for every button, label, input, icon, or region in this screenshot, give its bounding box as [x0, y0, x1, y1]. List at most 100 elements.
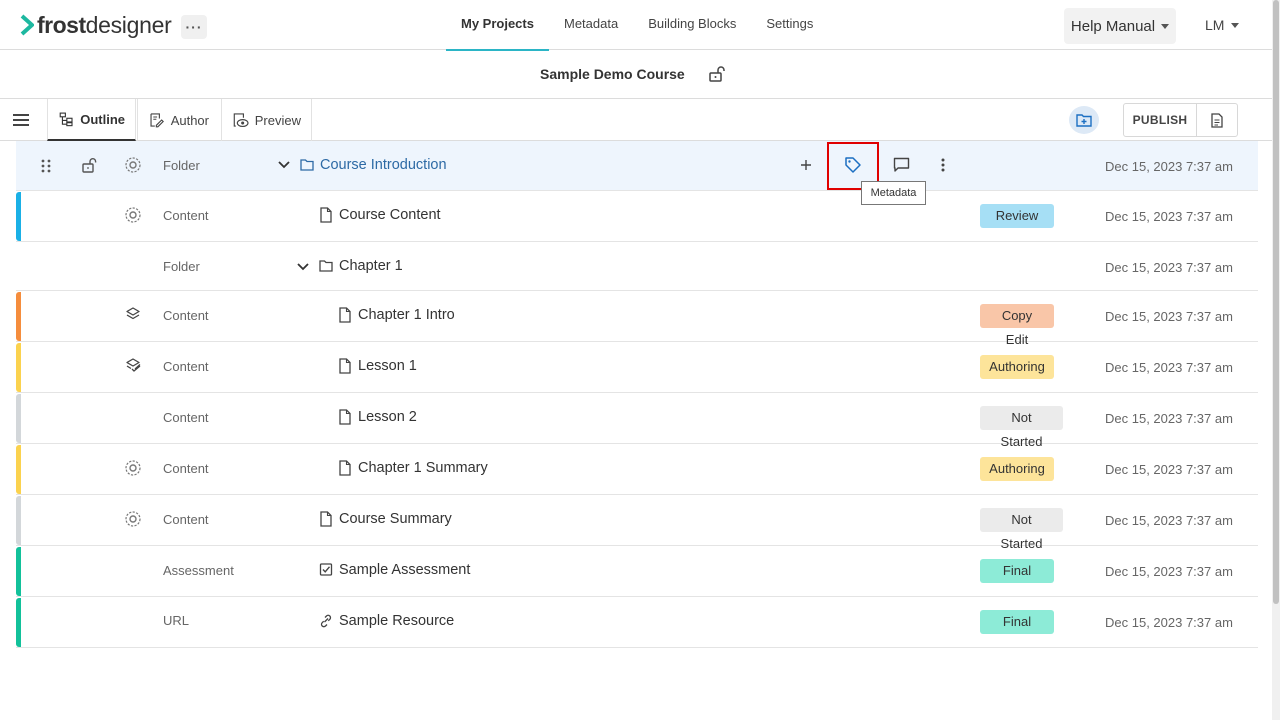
document-icon — [339, 307, 351, 323]
logo-text-light: designer — [85, 11, 172, 38]
add-item-button[interactable] — [796, 155, 816, 175]
row-title[interactable]: Chapter 1 — [319, 258, 403, 274]
status-badge: Copy Edit — [980, 304, 1054, 347]
comments-button[interactable] — [891, 155, 911, 175]
nav-settings[interactable]: Settings — [751, 0, 828, 50]
row-type: Content — [163, 359, 209, 374]
document-icon — [1211, 112, 1223, 128]
table-row[interactable]: Content Chapter 1 Intro Copy Edit Dec 15… — [16, 291, 1258, 347]
row-title[interactable]: Chapter 1 Intro — [338, 307, 455, 323]
unlock-icon[interactable] — [82, 157, 98, 173]
row-title[interactable]: Chapter 1 Summary — [338, 460, 488, 476]
caret-down-icon — [1231, 22, 1240, 28]
status-badge: Final — [980, 559, 1054, 583]
layers-icon[interactable] — [126, 307, 140, 321]
help-manual-label: Help Manual — [1070, 17, 1156, 35]
document-icon — [339, 460, 351, 476]
row-date: Dec 15, 2023 7:37 am — [1105, 462, 1233, 477]
status-color-bar — [16, 343, 21, 392]
row-type: Assessment — [163, 563, 234, 578]
add-folder-button[interactable] — [1069, 106, 1099, 134]
row-title[interactable]: Course Introduction — [300, 157, 447, 173]
row-date: Dec 15, 2023 7:37 am — [1105, 360, 1233, 375]
user-initials: LM — [1205, 17, 1225, 33]
document-icon — [320, 511, 332, 527]
row-title[interactable]: Sample Assessment — [319, 562, 470, 578]
scrollbar-thumb[interactable] — [1273, 0, 1279, 604]
workflow-status-icon[interactable] — [125, 511, 141, 527]
publish-button[interactable]: PUBLISH — [1123, 103, 1197, 137]
document-icon — [339, 409, 351, 425]
row-title-text: Course Content — [339, 207, 441, 223]
document-icon — [320, 207, 332, 223]
table-row[interactable]: Content Course Content Review Dec 15, 20… — [16, 191, 1258, 242]
metadata-tooltip: Metadata — [861, 181, 926, 205]
folder-plus-icon — [1076, 114, 1092, 127]
tab-author[interactable]: Author — [137, 99, 219, 141]
status-badge: Authoring — [980, 457, 1054, 481]
help-manual-dropdown[interactable]: Help Manual — [1064, 8, 1176, 44]
table-row[interactable]: Folder Chapter 1 Dec 15, 2023 7:37 am — [16, 242, 1258, 291]
frost-designer-logo[interactable]: frost designer — [20, 10, 172, 40]
vertical-dots-icon — [941, 158, 945, 172]
tab-preview-label: Preview — [254, 112, 301, 128]
status-color-bar — [16, 547, 21, 596]
nav-building-blocks[interactable]: Building Blocks — [633, 0, 751, 50]
chevron-down-icon[interactable] — [278, 161, 290, 169]
table-row[interactable]: Folder Course Introduction Dec 15, 2023 … — [16, 141, 1258, 191]
status-color-bar — [16, 445, 21, 494]
checkbox-icon — [319, 563, 333, 576]
row-type: Folder — [163, 259, 200, 274]
unlock-icon[interactable] — [708, 65, 726, 83]
row-type: Content — [163, 308, 209, 323]
row-title[interactable]: Lesson 2 — [338, 409, 417, 425]
status-badge: Final — [980, 610, 1054, 634]
table-row[interactable]: Content Chapter 1 Summary Authoring Dec … — [16, 444, 1258, 495]
caret-down-icon — [1161, 23, 1170, 29]
hamburger-menu-icon[interactable] — [12, 111, 30, 129]
author-edit-icon — [150, 113, 164, 128]
row-more-options-button[interactable] — [933, 155, 953, 175]
table-row[interactable]: Content Lesson 2 Not Started Dec 15, 202… — [16, 393, 1258, 449]
row-date: Dec 15, 2023 7:37 am — [1105, 615, 1233, 630]
status-color-bar — [16, 394, 21, 443]
folder-icon — [319, 260, 333, 272]
logo-text-strong: frost — [37, 11, 86, 38]
row-title-text: Course Introduction — [320, 157, 447, 173]
drag-handle-icon[interactable] — [40, 159, 52, 173]
status-color-bar — [16, 292, 21, 341]
user-menu[interactable]: LM — [1205, 17, 1240, 33]
row-date: Dec 15, 2023 7:37 am — [1105, 159, 1233, 174]
status-badge: Not Started — [980, 508, 1063, 551]
row-type: Folder — [163, 158, 200, 173]
publish-options-button[interactable] — [1196, 103, 1238, 137]
row-title[interactable]: Sample Resource — [319, 613, 454, 629]
workflow-status-icon[interactable] — [125, 460, 141, 476]
table-row[interactable]: URL Sample Resource Final Dec 15, 2023 7… — [16, 597, 1258, 648]
row-type: Content — [163, 208, 209, 223]
outline-tree-icon — [59, 112, 73, 127]
tab-outline[interactable]: Outline — [47, 99, 136, 141]
row-title-text: Course Summary — [339, 511, 452, 527]
more-options-button[interactable]: ··· — [181, 15, 207, 39]
chevron-down-icon[interactable] — [297, 263, 309, 271]
layers-check-icon[interactable] — [126, 358, 141, 372]
status-color-bar — [16, 598, 21, 647]
status-badge: Not Started — [980, 406, 1063, 449]
workflow-status-icon[interactable] — [125, 157, 141, 173]
outline-list: Folder Course Introduction Dec 15, 2023 … — [16, 141, 1258, 648]
row-title[interactable]: Course Content — [319, 207, 441, 223]
tab-author-label: Author — [170, 112, 209, 128]
brand-chevron-icon — [20, 14, 34, 36]
page-scrollbar[interactable] — [1272, 0, 1280, 720]
table-row[interactable]: Content Lesson 1 Authoring Dec 15, 2023 … — [16, 342, 1258, 393]
nav-my-projects[interactable]: My Projects — [446, 0, 549, 51]
tab-preview[interactable]: Preview — [221, 99, 312, 141]
nav-metadata[interactable]: Metadata — [549, 0, 633, 50]
comment-icon — [893, 157, 909, 172]
row-title[interactable]: Course Summary — [319, 511, 452, 527]
table-row[interactable]: Assessment Sample Assessment Final Dec 1… — [16, 546, 1258, 597]
row-title[interactable]: Lesson 1 — [338, 358, 417, 374]
table-row[interactable]: Content Course Summary Not Started Dec 1… — [16, 495, 1258, 551]
workflow-status-icon[interactable] — [125, 207, 141, 223]
